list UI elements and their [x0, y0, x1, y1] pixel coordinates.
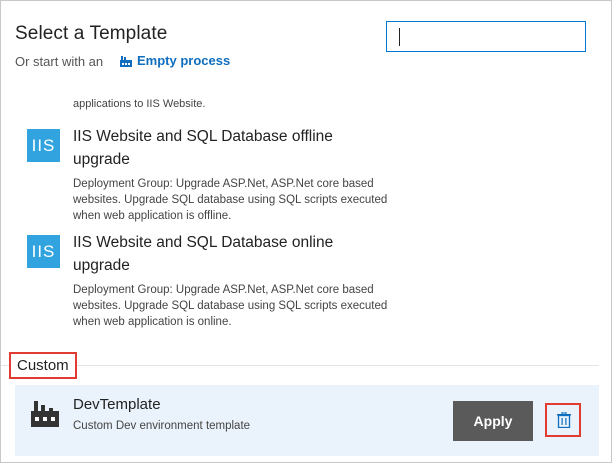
partial-template-description: applications to IIS Website. [73, 97, 373, 111]
page-title: Select a Template [15, 23, 168, 44]
empty-process-link[interactable]: Empty process [119, 53, 230, 68]
iis-icon: IIS [27, 235, 60, 268]
delete-template-button[interactable] [545, 403, 581, 437]
custom-template-description: Custom Dev environment template [73, 420, 251, 432]
template-description: Deployment Group: Upgrade ASP.Net, ASP.N… [73, 178, 388, 222]
factory-icon [119, 54, 133, 68]
empty-process-label: Empty process [137, 53, 231, 68]
custom-template-row[interactable]: DevTemplate Custom Dev environment templ… [15, 385, 599, 456]
iis-icon: IIS [27, 129, 60, 162]
trash-icon [557, 412, 571, 428]
text-caret [399, 28, 400, 46]
custom-template-name: DevTemplate [73, 396, 161, 413]
factory-icon [28, 395, 62, 429]
template-description: Deployment Group: Upgrade ASP.Net, ASP.N… [73, 284, 388, 328]
start-with-text: Or start with an [15, 54, 104, 69]
apply-button[interactable]: Apply [453, 401, 533, 441]
search-input[interactable] [386, 21, 586, 52]
template-name: IIS Website and SQL Database offline upg… [73, 128, 333, 168]
template-name: IIS Website and SQL Database online upgr… [73, 234, 334, 274]
partial-template-text: applications to IIS Website. [73, 98, 206, 110]
section-divider [1, 365, 599, 366]
template-picker-panel: Select a Template Or start with an Empty… [0, 0, 612, 463]
custom-section-label: Custom [9, 352, 77, 379]
